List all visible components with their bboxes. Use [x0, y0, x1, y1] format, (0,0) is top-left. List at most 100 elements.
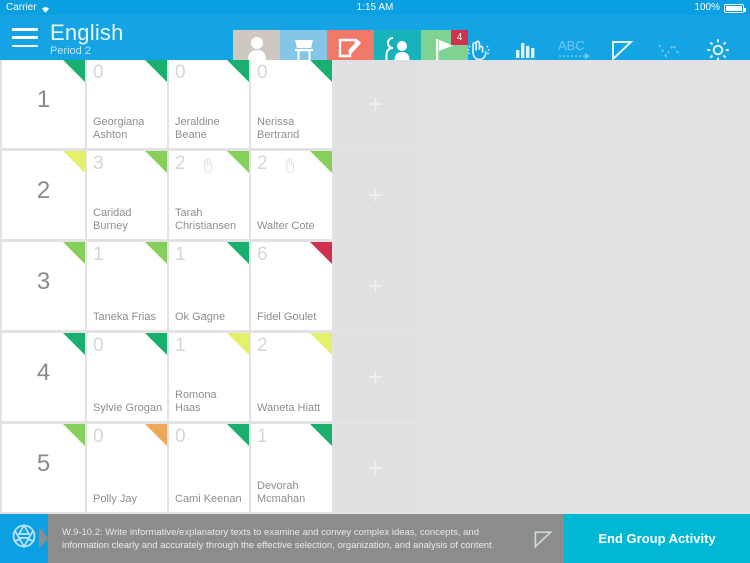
student-cell[interactable]: 0 Sylvie Grogan	[87, 333, 167, 421]
status-corner	[310, 60, 332, 82]
status-corner	[145, 333, 167, 355]
student-cell[interactable]: 1 Taneka Frias	[87, 242, 167, 330]
add-student-cell[interactable]: +	[334, 151, 417, 239]
student-cell[interactable]: 0 Polly Jay	[87, 424, 167, 512]
pennant-icon[interactable]	[532, 528, 554, 555]
plus-icon: +	[367, 362, 384, 392]
student-name: Cami Keenan	[175, 493, 242, 505]
student-cell[interactable]: 0 Nerissa Bertrand	[251, 60, 332, 148]
group-row: 4 0 Sylvie Grogan 1 Romona Haas 2 Waneta Hiatt…	[0, 333, 750, 424]
raised-hand-icon	[283, 157, 298, 178]
student-score: 2	[257, 153, 268, 174]
student-score: 0	[93, 62, 104, 83]
navigation-bar: English Period 2 4 ABC	[0, 15, 750, 75]
status-corner	[63, 242, 85, 264]
student-score: 1	[175, 244, 186, 265]
add-student-cell[interactable]: +	[334, 242, 417, 330]
student-cell[interactable]: 0 Jeraldine Beane	[169, 60, 249, 148]
page-title: English Period 2	[50, 20, 124, 58]
student-cell[interactable]: 3 Caridad Burney	[87, 151, 167, 239]
hamburger-menu-icon[interactable]	[12, 28, 38, 47]
group-number-label: 4	[36, 359, 51, 386]
student-name: Devorah Mcmahan	[257, 480, 306, 505]
svg-text:ABC: ABC	[558, 38, 585, 53]
plus-icon: +	[367, 453, 384, 483]
student-cell[interactable]: 1 Romona Haas	[169, 333, 249, 421]
add-student-cell[interactable]: +	[334, 60, 417, 148]
group-row: 5 0 Polly Jay 0 Cami Keenan 1 Devorah Mcmahan +	[0, 424, 750, 514]
status-corner	[63, 151, 85, 173]
plus-icon: +	[367, 180, 384, 210]
raised-hand-icon	[201, 157, 216, 178]
standard-text: W.9-10.2: Write informative/explanatory …	[62, 526, 495, 551]
student-name: Ok Gagne	[175, 311, 226, 323]
status-corner	[63, 424, 85, 446]
student-score: 6	[257, 244, 268, 265]
student-score: 0	[257, 62, 268, 83]
student-cell[interactable]: 2 Tarah Christiansen	[169, 151, 249, 239]
student-cell[interactable]: 0 Georgiana Ashton	[87, 60, 167, 148]
status-corner	[227, 242, 249, 264]
student-name: Romona Haas	[175, 389, 217, 414]
student-cell[interactable]: 1 Ok Gagne	[169, 242, 249, 330]
status-corner	[310, 151, 332, 173]
status-corner	[310, 242, 332, 264]
student-cell[interactable]: 2 Waneta Hiatt	[251, 333, 332, 421]
groups-grid: 1 0 Georgiana Ashton 0 Jeraldine Beane 0 Neris…	[0, 60, 750, 514]
student-score: 1	[93, 244, 104, 265]
student-score: 0	[175, 62, 186, 83]
student-cell[interactable]: 0 Cami Keenan	[169, 424, 249, 512]
status-corner	[63, 333, 85, 355]
student-score: 1	[257, 426, 268, 447]
student-name: Fidel Goulet	[257, 311, 317, 323]
group-row: 1 0 Georgiana Ashton 0 Jeraldine Beane 0 Neris…	[0, 60, 750, 151]
student-name: Caridad Burney	[93, 207, 132, 232]
status-corner	[145, 242, 167, 264]
group-number-label: 3	[36, 268, 51, 295]
add-student-cell[interactable]: +	[334, 333, 417, 421]
status-corner	[145, 151, 167, 173]
student-name: Polly Jay	[93, 493, 138, 505]
status-corner	[227, 424, 249, 446]
student-name: Walter Cote	[257, 220, 315, 232]
student-score: 2	[175, 153, 186, 174]
student-score: 3	[93, 153, 104, 174]
status-corner	[310, 424, 332, 446]
group-number-cell[interactable]: 3	[2, 242, 85, 330]
clock-label: 1:15 AM	[356, 2, 394, 13]
aperture-camera-icon	[10, 522, 38, 555]
group-number-cell[interactable]: 5	[2, 424, 85, 512]
status-corner	[145, 60, 167, 82]
student-score: 2	[257, 335, 268, 356]
status-corner	[227, 333, 249, 355]
student-cell[interactable]: 2 Walter Cote	[251, 151, 332, 239]
student-cell[interactable]: 1 Devorah Mcmahan	[251, 424, 332, 512]
plus-icon: +	[367, 89, 384, 119]
app-root: Carrier 1:15 AM 100% English Period 2 4 …	[0, 0, 750, 563]
status-bar: Carrier 1:15 AM 100%	[0, 0, 750, 15]
group-number-label: 2	[36, 177, 51, 204]
class-period: Period 2	[50, 45, 91, 57]
group-number-label: 5	[36, 450, 51, 477]
student-cell[interactable]: 6 Fidel Goulet	[251, 242, 332, 330]
student-score: 1	[175, 335, 186, 356]
plus-icon: +	[367, 271, 384, 301]
status-corner	[310, 333, 332, 355]
group-number-cell[interactable]: 2	[2, 151, 85, 239]
student-name: Sylvie Grogan	[93, 402, 163, 414]
group-number-cell[interactable]: 1	[2, 60, 85, 148]
student-name: Tarah Christiansen	[175, 207, 237, 232]
group-row: 2 3 Caridad Burney 2 Tarah Christiansen 2 Walt…	[0, 151, 750, 242]
group-row: 3 1 Taneka Frias 1 Ok Gagne 6 Fidel Goulet +	[0, 242, 750, 333]
status-corner	[227, 151, 249, 173]
group-number-cell[interactable]: 4	[2, 333, 85, 421]
student-name: Taneka Frias	[93, 311, 156, 323]
status-corner	[63, 60, 85, 82]
class-title: English	[50, 20, 124, 45]
student-score: 0	[93, 335, 104, 356]
end-group-activity-button[interactable]: End Group Activity	[564, 514, 750, 563]
add-student-cell[interactable]: +	[334, 424, 417, 512]
student-name: Nerissa Bertrand	[257, 116, 300, 141]
standard-banner[interactable]: W.9-10.2: Write informative/explanatory …	[39, 514, 564, 563]
battery-percent-label: 100%	[694, 2, 720, 13]
